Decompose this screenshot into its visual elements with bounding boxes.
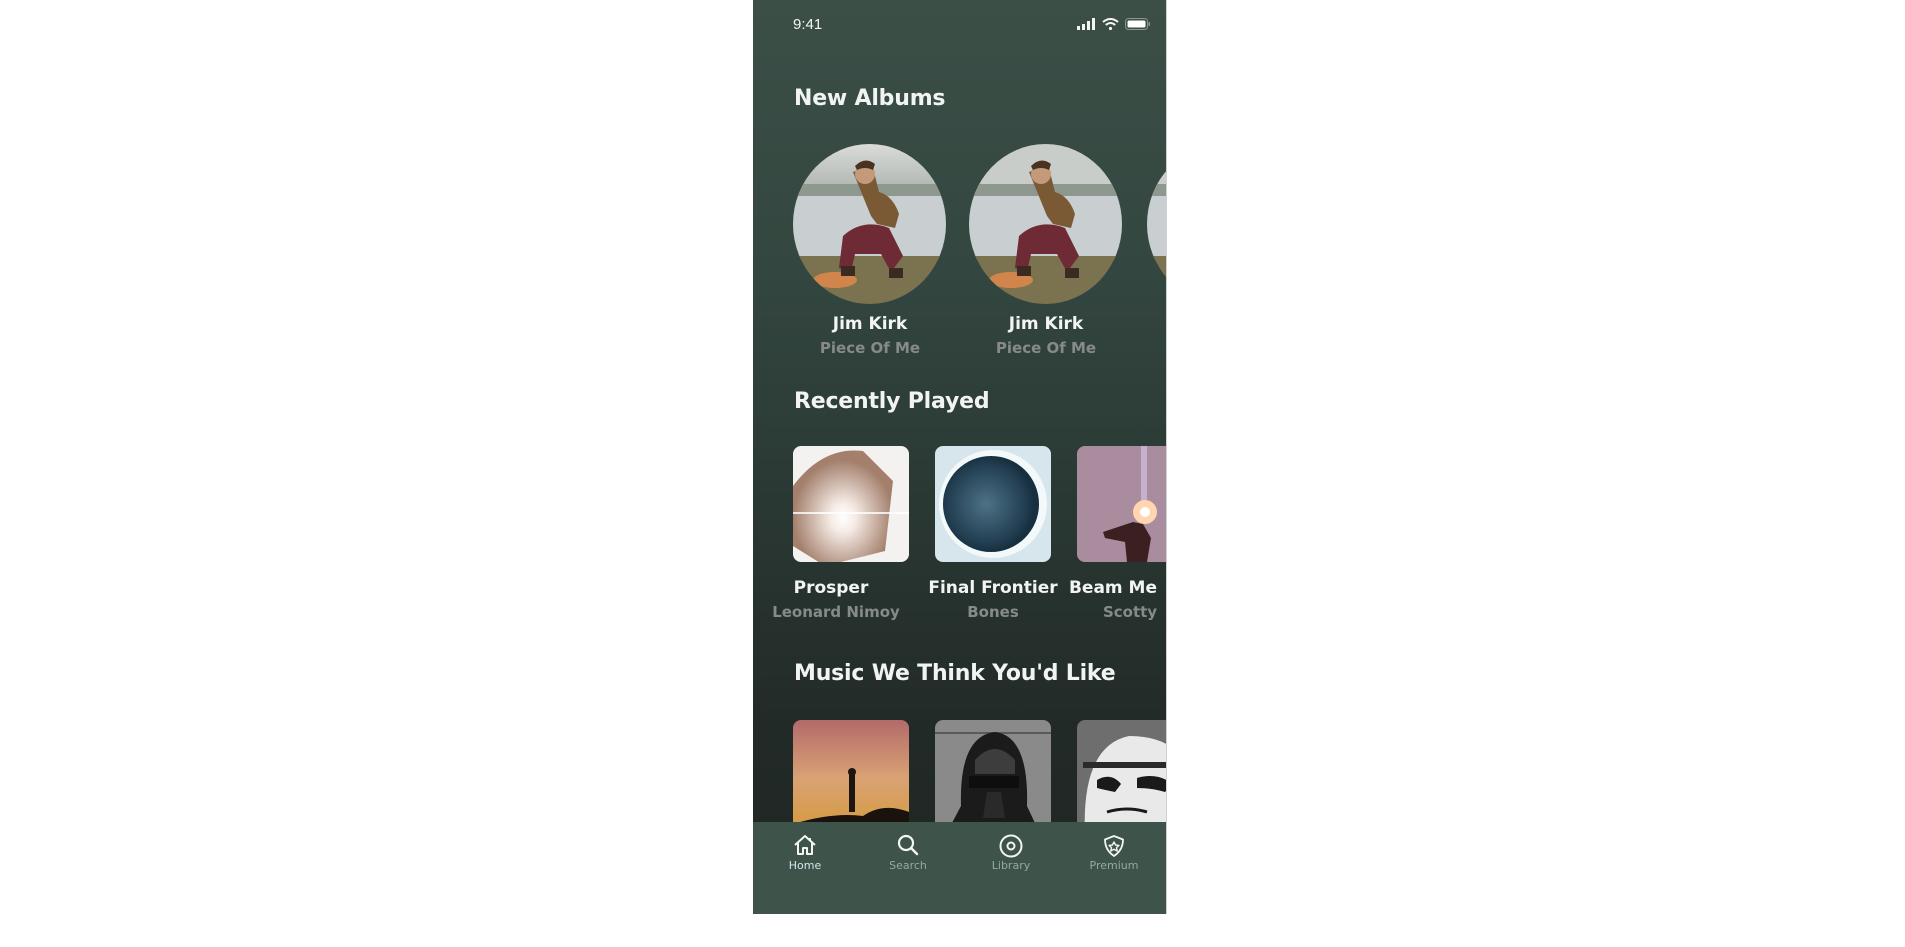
album-art-circle[interactable] (793, 144, 946, 304)
man-by-lake-art (793, 144, 946, 304)
man-by-lake-art (1147, 144, 1166, 304)
recent-subtitle: Leonard Nimoy (772, 603, 900, 621)
recommended-art-tile[interactable] (793, 720, 909, 836)
recommended-art-tile[interactable] (1077, 720, 1166, 836)
album-subtitle: Piece Of Me (819, 339, 921, 357)
nav-label-home: Home (788, 859, 822, 872)
album-title: Jim Kirk (1008, 314, 1084, 334)
recent-title: Beam Me (1068, 578, 1158, 598)
nav-item-home[interactable]: Home (765, 834, 845, 872)
section-title-recommended: Music We Think You'd Like (794, 661, 1116, 686)
nav-label-library: Library (991, 859, 1031, 872)
milky-way-silhouette-art (793, 720, 909, 836)
status-icons (1077, 16, 1151, 32)
nav-item-search[interactable]: Search (868, 834, 948, 872)
recent-art-tile[interactable] (793, 446, 909, 562)
eclipse-art (935, 446, 1051, 562)
album-art-circle[interactable] (1147, 144, 1166, 304)
nav-label-premium: Premium (1089, 859, 1139, 872)
wifi-icon (1102, 18, 1119, 30)
recommended-art-tile[interactable] (935, 720, 1051, 836)
home-icon (765, 834, 845, 856)
person-light-stars-art (1077, 446, 1166, 562)
phone-screen: 9:41 New Albums Jim Kirk Piece Of Me Jim… (753, 0, 1167, 914)
album-art-circle[interactable] (969, 144, 1122, 304)
hands-light-art (793, 446, 909, 562)
recent-art-tile[interactable] (1077, 446, 1166, 562)
nav-item-library[interactable]: Library (971, 834, 1051, 872)
album-subtitle: Piece Of Me (995, 339, 1097, 357)
album-title: Jim Kirk (832, 314, 908, 334)
battery-icon (1125, 18, 1151, 30)
man-by-lake-art (969, 144, 1122, 304)
nav-label-search: Search (889, 859, 927, 872)
recent-subtitle: Scotty (1102, 603, 1158, 621)
library-icon (971, 834, 1051, 858)
section-title-new-albums: New Albums (794, 86, 946, 111)
bottom-nav: Home Search Library Premium (753, 822, 1166, 914)
premium-icon (1074, 834, 1154, 858)
darth-vader-art (935, 720, 1051, 836)
search-icon (868, 834, 948, 856)
status-time: 9:41 (793, 16, 823, 33)
stormtrooper-art (1077, 720, 1166, 836)
recent-title: Prosper (793, 578, 869, 598)
signal-icon (1077, 18, 1096, 30)
recent-art-tile[interactable] (935, 446, 1051, 562)
nav-item-premium[interactable]: Premium (1074, 834, 1154, 872)
section-title-recently-played: Recently Played (794, 389, 990, 414)
